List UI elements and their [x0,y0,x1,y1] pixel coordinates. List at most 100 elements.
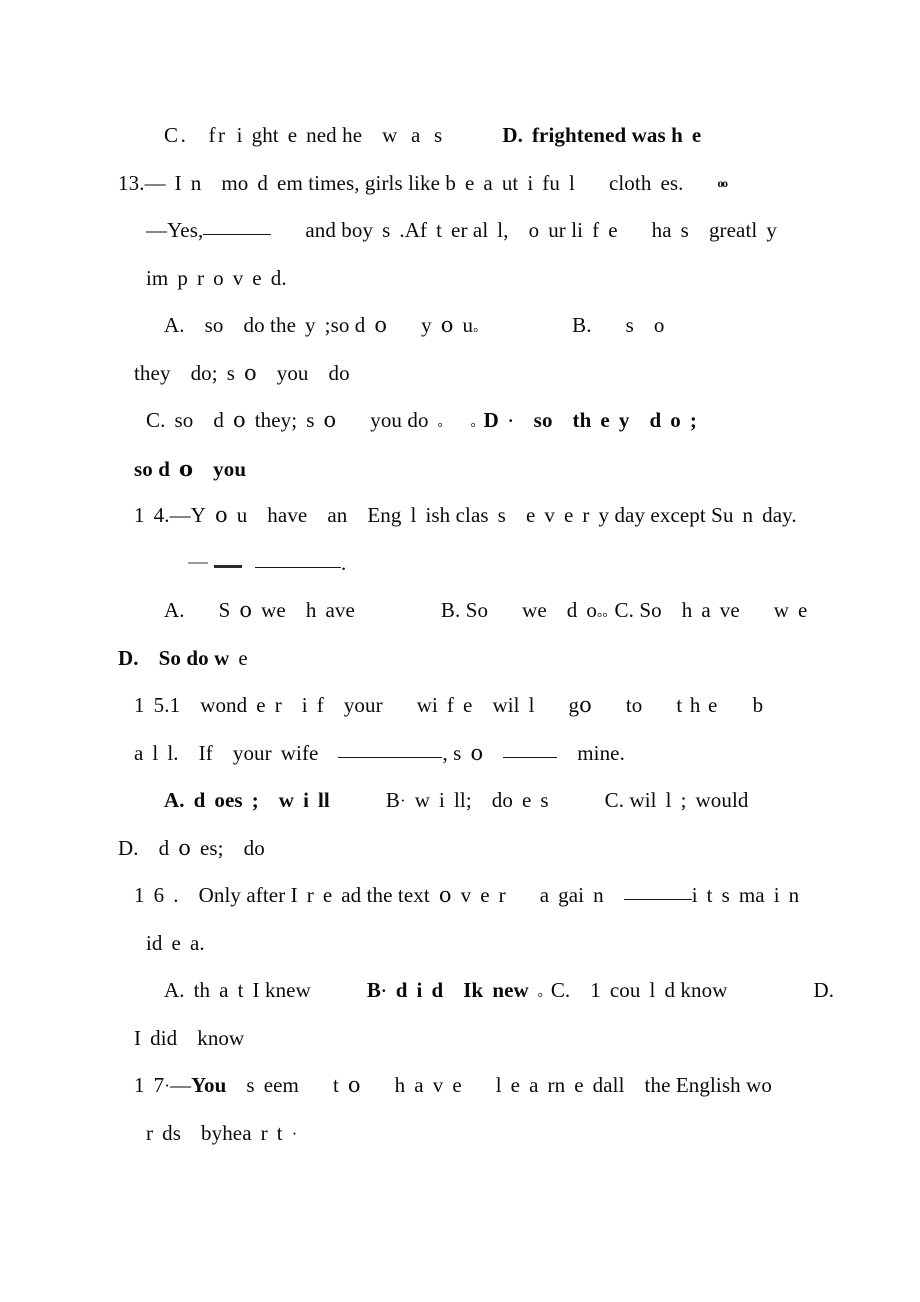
fill-in-blank[interactable] [203,234,272,235]
q15b-fragment-10: mine. [577,740,625,765]
q16-fragment-5: o [438,883,452,907]
q13-fragment-2: n [190,170,202,195]
q16-fragment-12: i [691,883,698,907]
q16-fragment-7: e [480,883,490,907]
q14-opt-c-fragment-1: h [681,598,693,622]
text-line-q13-option-d-cont[interactable]: so d o you [118,445,848,493]
q15-fragment-2: wond [200,693,248,717]
text-line-q14-options-abc[interactable]: A. So we h ave B. So we d o。。C. So h a ve w e [118,587,848,635]
q14-opt-a-fragment-1: S [218,598,231,622]
q16-fragment-10: gai [558,883,585,907]
q16-opt-d-fragment-3: know [197,1025,245,1050]
q14-fragment-9: s [497,503,506,527]
question-number-17-digit1: 1 [134,1073,145,1097]
q16-fragment-17: n [788,883,800,907]
q15-opt-c-fragment-1: l [665,788,672,812]
option-d-tail: e [691,123,702,147]
q14-fragment-2: o [214,503,228,527]
q13-reply-fragment-12: s [680,218,689,242]
q13-reply-fragment-7: o [528,218,540,242]
q16-fragment-11: n [593,883,604,907]
q15-opt-b-fragment-2: i [439,788,445,812]
q15-fragment-9: wi [416,693,438,717]
q15-opt-b-fragment-5: e [521,788,532,812]
q17-fragment-1: You [191,1073,227,1097]
text-line-question-15-stem: 1 5.1 wond e r i f your wi f e wil l go to t h eb [118,682,848,730]
text-line-q15-option-d[interactable]: D. d o es; do [118,825,848,873]
q13-reply-fragment-4: t [436,218,443,242]
question-number-16-period: . [173,883,179,907]
q13-reply2-fragment-4: o [213,265,224,290]
text-line-q16-options-abcd[interactable]: A. th a t I knew B· d i d Ik new 。C. 1 cou l d know D. [118,967,848,1015]
cjk-period-mark: 。 [470,414,484,429]
q13-fragment-1: I [174,170,182,195]
cjk-period-mark-pair: 。。 [597,604,615,619]
q13-opt-a-fragment-5: o [374,313,388,337]
q17b-fragment-4: y [211,1120,223,1145]
q16-opt-b-fragment-5: k [471,978,484,1002]
q16-opt-d-fragment-1: I [134,1025,142,1050]
dialogue-dash: — [169,1073,192,1097]
q15b-fragment-1: a [134,740,144,765]
q15-fragment-12: wil [492,693,520,717]
fill-in-blank[interactable] [255,566,341,568]
text-line-q13-option-a[interactable]: A. so do the y ;so d o y o u。 B. s o [118,302,848,350]
q16-fragment-14: s [721,883,730,907]
fill-in-blank[interactable] [338,756,443,758]
q14-fragment-4: have [267,503,308,527]
cjk-period-mark: 。 [437,414,451,429]
q14-opt-c-fragment-2: a [701,598,711,622]
fill-in-blank[interactable] [503,756,558,758]
q17-fragment-3: eem [263,1073,299,1097]
q14-opt-a-fragment-2: o [239,598,253,622]
question-number-15-digit1: 1 [134,693,145,717]
q13-opt-b-fragment-2: o [653,313,665,337]
q14-fragment-12: e [563,503,574,527]
option-d-text: frightened was h [531,123,683,147]
q15-opt-b-fragment-3: ll; [453,788,472,812]
q17-fragment-17: the English wo [644,1073,772,1097]
q14-opt-a-fragment-3: we [261,598,286,622]
q15-fragment-15: o [579,693,592,717]
q13-reply-fragment-5: er al [451,218,489,242]
q15-opt-a-fragment-5: ll [318,788,330,812]
q13-reply-fragment-13: greatl [708,218,758,242]
q14-opt-b-fragment-2: d [566,598,578,622]
dialogue-dash: — [169,503,191,527]
q17-fragment-5: o [347,1073,361,1097]
option-d-separator: . [517,123,523,147]
q15-opt-b-fragment-6: s [540,788,549,812]
q13-fragment-9: i [527,170,534,195]
text-line-q16-option-d-cont[interactable]: Idid know [118,1015,848,1063]
q13-reply2-fragment-3: r [196,265,205,290]
dialogue-dash: — [144,170,166,195]
question-number-13: 13. [118,170,145,195]
q15b-fragment-7: wife [280,740,319,765]
q17-fragment-12: a [529,1073,539,1097]
q14-fragment-14: y day except Su [598,503,734,527]
text-line-question-13-reply: —Yes, and boy s .Af t er al l, o ur li f e ha s great… [118,207,848,255]
question-number-14-digit2: 4. [153,503,170,527]
option-letter-d: D [502,123,518,147]
text-line-q15-options-abc[interactable]: A. d oes; w i ll B· w i ll; do e s C. wil l; would [118,777,848,825]
q15-fragment-3: e [256,693,266,717]
q16-opt-a-fragment-2: a [219,978,229,1002]
q15-fragment-13: l [528,693,535,717]
q13-opt-c-fragment-3: o [232,408,246,432]
q15-fragment-8: our [354,693,383,717]
q14-reply-period: . [341,550,347,575]
text-line-q13-option-b-cont[interactable]: they do; s o you do [118,350,848,398]
q13-opt-b-fragment-5: s [226,360,235,385]
q17-fragment-14: e [574,1073,584,1097]
scan-artifact-mark: oo [717,175,728,190]
text-line-q14-option-d[interactable]: D. So do w e [118,635,848,683]
q14-opt-c-fragment-5: e [798,598,808,622]
text-line-question-16-stem-cont: id e a. [118,920,848,968]
q16-opt-b-fragment-1: d [395,978,408,1002]
q13-reply-comma: , [503,218,509,242]
text-line-q13-option-c-d[interactable]: C. so d o they; s o you do。。D · so th e y d o; [118,397,848,445]
cjk-period-mark: 。 [537,984,551,999]
fill-in-blank[interactable] [623,899,692,900]
option-letter-d: D. [813,978,835,1002]
q16-fragment-4: ad the text [341,883,430,907]
